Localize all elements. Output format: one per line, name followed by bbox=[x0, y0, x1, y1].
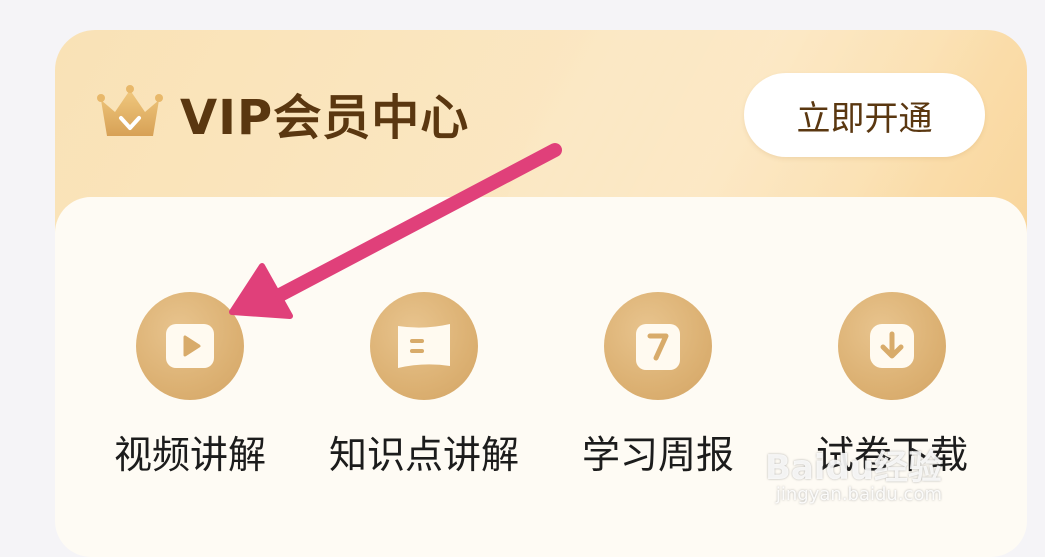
vip-center-title: VIP会员中心 bbox=[180, 90, 470, 146]
download-icon bbox=[870, 324, 914, 368]
feature-icon-circle bbox=[838, 292, 946, 400]
feature-weekly-report[interactable]: 学习周报 bbox=[558, 292, 758, 478]
feature-icon-circle bbox=[136, 292, 244, 400]
card-lines-icon bbox=[398, 324, 450, 368]
feature-icon-circle bbox=[604, 292, 712, 400]
calendar-seven-icon bbox=[636, 324, 680, 370]
feature-label: 视频讲解 bbox=[113, 433, 266, 477]
crown-icon bbox=[97, 85, 163, 136]
play-video-icon bbox=[166, 324, 214, 368]
feature-label: 知识点讲解 bbox=[328, 433, 519, 477]
feature-paper-download[interactable]: 试卷下载 bbox=[792, 292, 992, 478]
feature-video-explanation[interactable]: 视频讲解 bbox=[90, 292, 290, 478]
feature-label: 试卷下载 bbox=[815, 433, 968, 477]
feature-icon-circle bbox=[370, 292, 478, 400]
feature-label: 学习周报 bbox=[581, 433, 734, 477]
open-now-button[interactable]: 立即开通 bbox=[744, 73, 985, 157]
feature-knowledge-explanation[interactable]: 知识点讲解 bbox=[324, 292, 524, 478]
